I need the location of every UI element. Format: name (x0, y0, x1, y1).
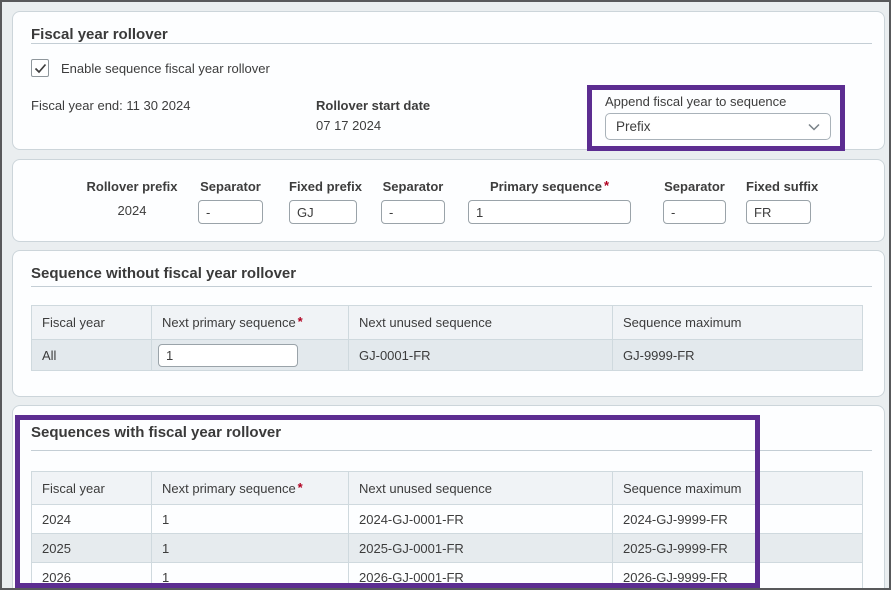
rollover-prefix-value: 2024 (73, 199, 191, 223)
separator-field-2: Separator (381, 177, 445, 224)
separator-field-1: Separator (198, 177, 263, 224)
fiscal-year-end-text: Fiscal year end: 11 30 2024 (31, 98, 190, 113)
append-fiscal-year-selected-value: Prefix (616, 119, 808, 134)
chevron-down-icon (808, 123, 820, 131)
rollover-prefix-label: Rollover prefix (73, 177, 191, 197)
append-fiscal-year-highlight-box: Append fiscal year to sequence Prefix (587, 85, 845, 151)
enable-rollover-checkbox[interactable] (31, 59, 49, 77)
col-header-sequence-maximum: Sequence maximum (613, 306, 863, 340)
separator-input-2[interactable] (381, 200, 445, 224)
required-asterisk: * (298, 314, 303, 329)
table-row: All GJ-0001-FR GJ-9999-FR (32, 340, 863, 371)
separator-label: Separator (663, 177, 726, 197)
sequences-with-rollover-highlight-box (15, 415, 760, 588)
next-primary-sequence-cell (152, 340, 349, 371)
fixed-suffix-field: Fixed suffix (746, 177, 811, 224)
sequence-builder-card: Rollover prefix 2024 Separator Fixed pre… (12, 159, 885, 242)
title-divider (31, 43, 872, 44)
append-fiscal-year-label: Append fiscal year to sequence (605, 94, 786, 109)
table-header-row: Fiscal year Next primary sequence* Next … (32, 306, 863, 340)
title-divider (31, 286, 872, 287)
fiscal-year-rollover-screen: Fiscal year rollover Enable sequence fis… (0, 0, 891, 590)
separator-label: Separator (381, 177, 445, 197)
required-asterisk: * (604, 178, 609, 193)
separator-input-1[interactable] (198, 200, 263, 224)
fixed-prefix-label: Fixed prefix (289, 177, 357, 197)
sequence-maximum-cell: GJ-9999-FR (613, 340, 863, 371)
rollover-start-date-label: Rollover start date (316, 98, 430, 113)
primary-sequence-label: Primary sequence* (468, 177, 631, 197)
sequence-without-rollover-table: Fiscal year Next primary sequence* Next … (31, 305, 863, 371)
checkmark-icon (34, 63, 47, 74)
fixed-suffix-input[interactable] (746, 200, 811, 224)
append-fiscal-year-select[interactable]: Prefix (605, 113, 831, 140)
col-header-next-unused-sequence: Next unused sequence (349, 306, 613, 340)
fixed-prefix-input[interactable] (289, 200, 357, 224)
fixed-prefix-field: Fixed prefix (289, 177, 357, 224)
sequence-without-rollover-title: Sequence without fiscal year rollover (31, 265, 296, 282)
col-header-fiscal-year: Fiscal year (32, 306, 152, 340)
next-primary-sequence-input[interactable] (158, 344, 298, 367)
separator-input-3[interactable] (663, 200, 726, 224)
fixed-suffix-label: Fixed suffix (746, 177, 811, 197)
primary-sequence-field: Primary sequence* (468, 177, 631, 224)
enable-rollover-label: Enable sequence fiscal year rollover (61, 61, 270, 76)
primary-sequence-input[interactable] (468, 200, 631, 224)
fiscal-year-cell: All (32, 340, 152, 371)
col-header-next-primary-sequence: Next primary sequence* (152, 306, 349, 340)
rollover-prefix-field: Rollover prefix 2024 (73, 177, 191, 223)
next-unused-sequence-cell: GJ-0001-FR (349, 340, 613, 371)
sequence-without-rollover-card: Sequence without fiscal year rollover Fi… (12, 250, 885, 397)
separator-label: Separator (198, 177, 263, 197)
fiscal-year-rollover-title: Fiscal year rollover (31, 26, 168, 43)
separator-field-3: Separator (663, 177, 726, 224)
enable-rollover-row: Enable sequence fiscal year rollover (31, 59, 270, 77)
rollover-start-date-value: 07 17 2024 (316, 118, 381, 133)
